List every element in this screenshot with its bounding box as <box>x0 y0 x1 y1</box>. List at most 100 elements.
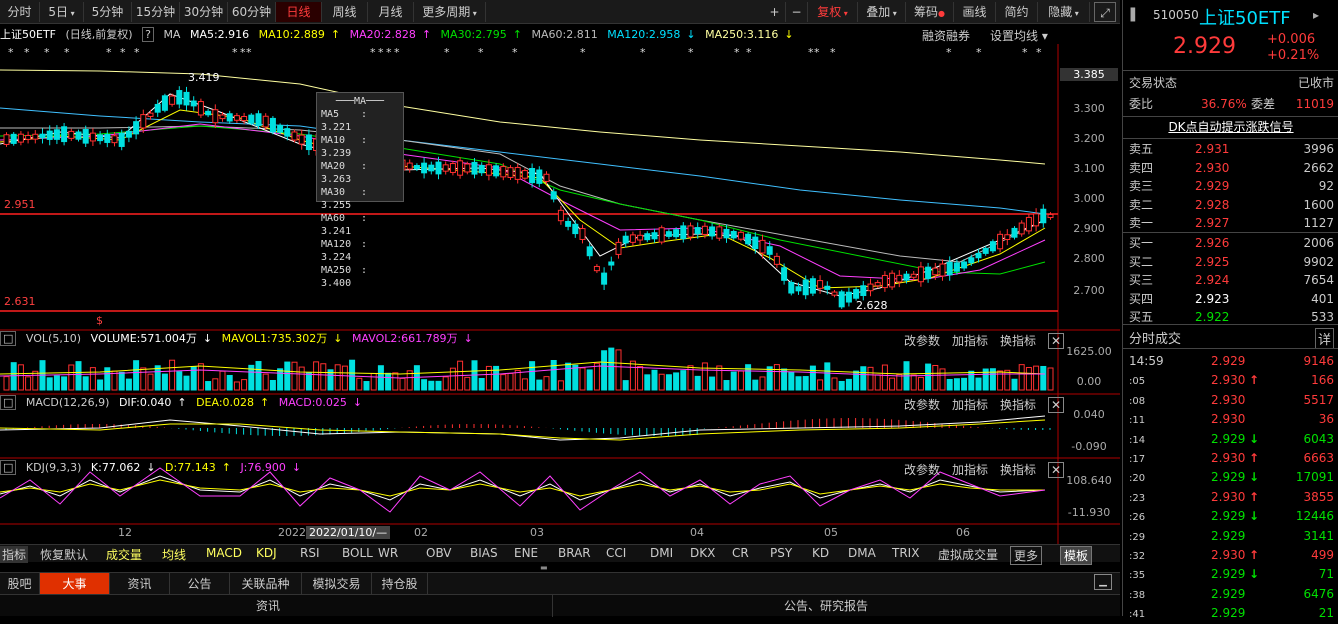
vol-switch-indicator[interactable]: 换指标 <box>1000 334 1036 348</box>
collapse-kdj-button[interactable]: □ <box>0 460 17 475</box>
indicator-tab-8[interactable]: WR <box>378 546 398 560</box>
collapse-handle-icon[interactable]: ▬ <box>540 563 560 572</box>
indicator-tab-17[interactable]: PSY <box>770 546 792 560</box>
period-5day-label: 5日 <box>48 5 69 19</box>
vol-add-indicator[interactable]: 加指标 <box>952 334 988 348</box>
candle-body <box>932 267 939 276</box>
signal-star-icon: * <box>688 46 694 59</box>
sidebar-menu-icon[interactable]: ❚ <box>1127 6 1139 22</box>
tick-price: 2.929 <box>1211 470 1246 485</box>
volume-bar <box>219 370 226 391</box>
kdj-switch-indicator[interactable]: 换指标 <box>1000 463 1036 477</box>
kdj-panel-buttons: 改参数 加指标 换指标 ✕ <box>904 461 1076 478</box>
candle-body <box>651 232 658 240</box>
period-tab-monthly[interactable]: 月线 <box>368 2 414 22</box>
vol-edit-params[interactable]: 改参数 <box>904 334 940 348</box>
kdj-edit-params[interactable]: 改参数 <box>904 463 940 477</box>
period-tab-timeshare[interactable]: 分时 <box>0 2 40 22</box>
period-tab-30min[interactable]: 30分钟 <box>180 2 228 22</box>
candle-body <box>781 267 788 281</box>
indicator-tab-21[interactable]: 虚拟成交量 <box>938 546 998 563</box>
simple-mode-button[interactable]: 简约 <box>996 2 1038 22</box>
period-tab-daily[interactable]: 日线 <box>276 2 322 22</box>
volume-bar <box>759 376 766 391</box>
price-axis-3300: 3.300 <box>1073 102 1105 115</box>
vol-mavol2: MAVOL2:661.789万 <box>351 332 458 345</box>
volume-bar <box>579 367 586 391</box>
indicator-tab-9[interactable]: OBV <box>426 546 452 560</box>
tick-row: :32 2.930 ↑ 499 <box>1129 546 1334 564</box>
candle-body <box>629 234 636 243</box>
indicator-tab-3[interactable]: 均线 <box>162 546 186 563</box>
signal-star-icon: * <box>120 46 126 59</box>
ma250-value: MA250:3.116 <box>705 28 779 41</box>
tick-time: :11 <box>1129 415 1146 427</box>
x-label-06: 06 <box>956 526 970 539</box>
sidebar-next-icon[interactable]: ▸ <box>1313 8 1319 22</box>
vol-axis-top: 1625.00 <box>1066 345 1112 358</box>
period-tab-15min[interactable]: 15分钟 <box>132 2 180 22</box>
overlay-dropdown[interactable]: 叠加 ▾ <box>858 2 906 22</box>
indicator-tab-2[interactable]: 成交量 <box>106 546 142 563</box>
indicator-tab-18[interactable]: KD <box>812 546 829 560</box>
info-tab-3[interactable]: 公告 <box>170 573 230 595</box>
macd-add-indicator[interactable]: 加指标 <box>952 398 988 412</box>
adjust-dropdown[interactable]: 复权 ▾ <box>808 2 858 22</box>
indicator-tab-12[interactable]: BRAR <box>558 546 591 560</box>
indicator-tab-23[interactable]: 模板 <box>1060 546 1093 565</box>
macd-label: MACD(12,26,9) <box>25 396 110 409</box>
tick-price: 2.930 <box>1211 412 1246 427</box>
period-tab-60min[interactable]: 60分钟 <box>228 2 276 22</box>
ticks-detail-button[interactable]: 详 <box>1315 328 1335 349</box>
period-tab-5day[interactable]: 5日 ▾ <box>40 2 84 22</box>
fullscreen-icon[interactable]: ⤢ <box>1094 2 1116 22</box>
info-tab-2[interactable]: 资讯 <box>110 573 170 595</box>
indicator-tab-6[interactable]: RSI <box>300 546 320 560</box>
margin-trading-button[interactable]: 融资融券 <box>922 27 970 44</box>
signal-star-icon: * <box>106 46 112 59</box>
hide-dropdown[interactable]: 隐藏 ▾ <box>1038 2 1090 22</box>
info-tab-5[interactable]: 模拟交易 <box>302 573 372 595</box>
collapse-vol-button[interactable]: □ <box>0 331 17 346</box>
indicator-tab-22[interactable]: 更多 <box>1010 546 1043 565</box>
indicator-tab-1[interactable]: 恢复默认 <box>40 546 88 563</box>
indicator-tab-19[interactable]: DMA <box>848 546 876 560</box>
minimize-panel-icon[interactable]: ▁ <box>1094 574 1112 590</box>
more-periods-dropdown[interactable]: 更多周期 ▾ <box>414 2 486 22</box>
indicator-tab-7[interactable]: BOLL <box>342 546 373 560</box>
indicator-tab-15[interactable]: DKX <box>690 546 715 560</box>
ask-row: 卖二 2.928 1600 <box>1129 196 1334 214</box>
indicator-tab-16[interactable]: CR <box>732 546 749 560</box>
kdj-add-indicator[interactable]: 加指标 <box>952 463 988 477</box>
info-tab-6[interactable]: 持仓股 <box>372 573 428 595</box>
dk-signal-link[interactable]: DK点自动提示涨跌信号 <box>1123 118 1338 135</box>
volume-bar <box>1018 364 1025 391</box>
ma-settings-dropdown[interactable]: 设置均线 ▾ <box>990 27 1048 44</box>
period-tab-5min[interactable]: 5分钟 <box>84 2 132 22</box>
indicator-tab-10[interactable]: BIAS <box>470 546 498 560</box>
zoom-out-button[interactable]: − <box>786 2 808 22</box>
indicator-tab-0[interactable]: 指标 <box>0 546 29 563</box>
info-tab-0[interactable]: 股吧 <box>0 573 40 595</box>
info-tab-1[interactable]: 大事 <box>40 573 110 595</box>
indicator-tab-5[interactable]: KDJ <box>256 546 277 560</box>
chips-button[interactable]: 筹码● <box>906 2 954 22</box>
help-icon[interactable]: ? <box>142 27 154 42</box>
ma-tooltip: ───MA─── MA5: 3.221 MA10: 3.239 MA20: 3.26… <box>316 92 404 289</box>
indicator-tab-13[interactable]: CCI <box>606 546 626 560</box>
volume-bar <box>233 381 240 391</box>
indicator-tab-14[interactable]: DMI <box>650 546 673 560</box>
macd-edit-params[interactable]: 改参数 <box>904 398 940 412</box>
indicator-tab-11[interactable]: ENE <box>514 546 538 560</box>
zoom-in-button[interactable]: + <box>764 2 786 22</box>
indicator-tab-4[interactable]: MACD <box>206 546 242 560</box>
period-tab-weekly[interactable]: 周线 <box>322 2 368 22</box>
collapse-macd-button[interactable]: □ <box>0 395 17 410</box>
draw-line-button[interactable]: 画线 <box>954 2 996 22</box>
tick-volume: 12446 <box>1295 509 1334 524</box>
candle-body <box>917 266 924 283</box>
indicator-tab-20[interactable]: TRIX <box>892 546 919 560</box>
volume-bar <box>370 372 377 391</box>
info-tab-4[interactable]: 关联品种 <box>230 573 302 595</box>
macd-switch-indicator[interactable]: 换指标 <box>1000 398 1036 412</box>
